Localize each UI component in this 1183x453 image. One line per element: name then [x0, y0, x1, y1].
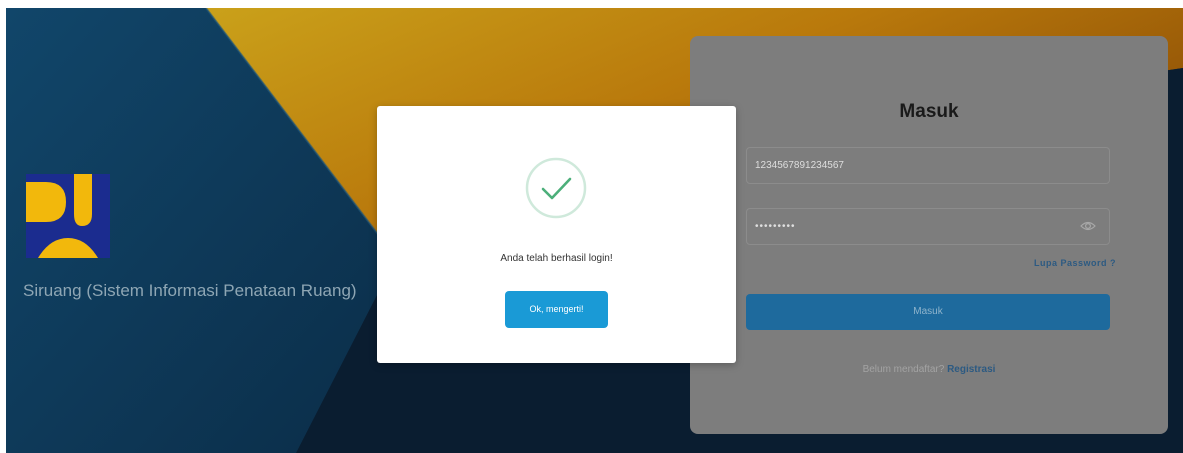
- password-field[interactable]: •••••••••: [746, 208, 1110, 245]
- password-value: •••••••••: [755, 221, 796, 232]
- username-field[interactable]: 1234567891234567: [746, 147, 1110, 184]
- check-circle-icon: [525, 157, 587, 219]
- login-title: Masuk: [899, 101, 959, 122]
- login-screen: Siruang (Sistem Informasi Penataan Ruang…: [6, 8, 1183, 453]
- register-prompt: Belum mendaftar? Registrasi: [690, 364, 1168, 375]
- register-link[interactable]: Registrasi: [947, 364, 995, 375]
- register-prompt-text: Belum mendaftar?: [862, 364, 945, 375]
- eye-icon[interactable]: [1080, 220, 1096, 232]
- pupr-logo-icon: [26, 174, 110, 258]
- success-message: Anda telah berhasil login!: [500, 253, 613, 264]
- login-card: Masuk 1234567891234567 ••••••••• Lupa Pa…: [690, 36, 1168, 434]
- app-title: Siruang (Sistem Informasi Penataan Ruang…: [23, 281, 357, 300]
- username-value: 1234567891234567: [755, 160, 844, 171]
- ok-button[interactable]: Ok, mengerti!: [505, 291, 608, 328]
- success-modal: Anda telah berhasil login! Ok, mengerti!: [377, 106, 736, 363]
- login-submit-button[interactable]: Masuk: [746, 294, 1110, 330]
- forgot-password-link[interactable]: Lupa Password ?: [1034, 258, 1116, 268]
